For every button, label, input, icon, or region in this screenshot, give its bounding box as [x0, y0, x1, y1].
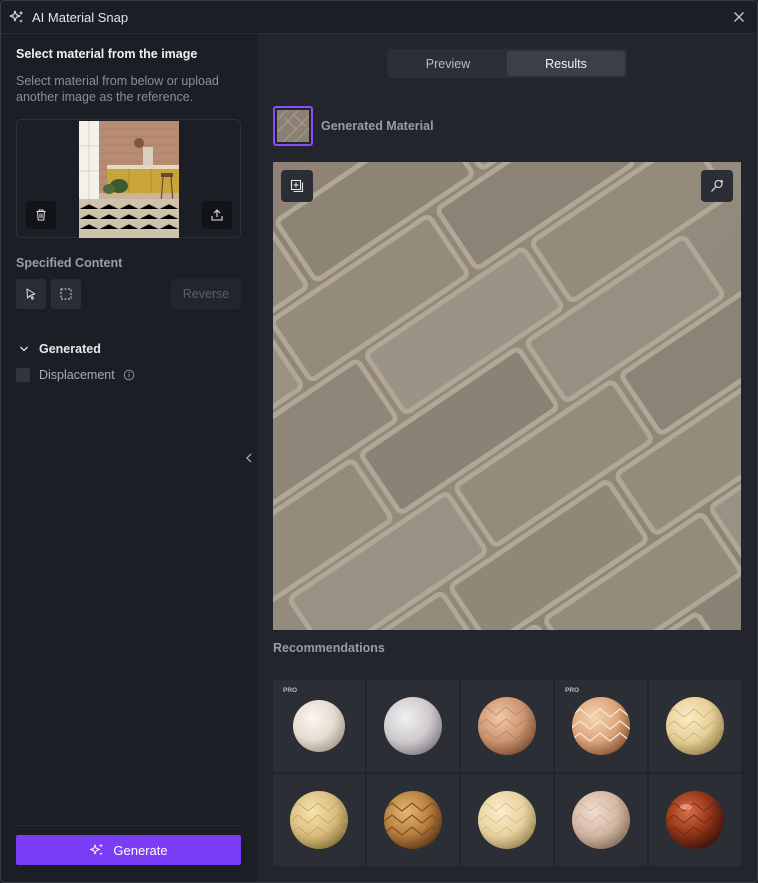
pointer-tool-button[interactable] [16, 279, 46, 309]
pro-badge: PRO [283, 687, 298, 694]
chevron-down-icon [20, 346, 28, 352]
generated-material-header: Generated Material [273, 106, 434, 146]
material-sphere [384, 791, 442, 849]
recommendation-item[interactable] [367, 774, 459, 866]
material-sphere [478, 791, 536, 849]
recommendations-title: Recommendations [273, 641, 385, 655]
upload-icon [211, 209, 223, 221]
generated-material-preview[interactable] [273, 162, 741, 630]
tab-results[interactable]: Results [507, 51, 625, 76]
sparkle-icon [9, 10, 24, 23]
material-sphere [290, 791, 348, 849]
material-sphere [572, 791, 630, 849]
box-select-tool-button[interactable] [51, 279, 81, 309]
recommendation-item[interactable] [367, 680, 459, 772]
apply-material-button[interactable] [701, 170, 733, 202]
recommendation-item[interactable] [273, 774, 365, 866]
close-icon[interactable] [731, 9, 747, 25]
left-panel: Select material from the image Select ma… [1, 34, 257, 882]
section-title: Select material from the image [16, 47, 198, 61]
recommendation-item[interactable] [461, 680, 553, 772]
info-icon[interactable] [123, 369, 135, 381]
generate-label: Generate [113, 842, 168, 858]
displacement-label: Displacement [39, 368, 115, 382]
section-description: Select material from below or upload ano… [16, 74, 219, 104]
ai-material-snap-window: AI Material Snap Select material from th… [0, 0, 758, 883]
reference-image[interactable] [79, 121, 179, 238]
recommendation-item[interactable] [555, 774, 647, 866]
brush-icon [711, 179, 724, 192]
displacement-row: Displacement [16, 368, 135, 382]
add-to-library-button[interactable] [281, 170, 313, 202]
recommendation-item[interactable]: PRO [555, 680, 647, 772]
add-square-icon [290, 179, 304, 193]
recommendation-item[interactable] [649, 774, 741, 866]
right-panel: Preview Results Generated Material Recom… [257, 34, 757, 882]
material-thumbnail-image [276, 109, 310, 143]
marquee-select-icon [60, 288, 72, 300]
upload-button[interactable] [202, 201, 232, 229]
material-sphere [384, 697, 442, 755]
material-sphere [293, 700, 345, 752]
cursor-icon [26, 288, 36, 300]
view-tabs: Preview Results [387, 49, 627, 78]
reverse-button[interactable]: Reverse [171, 279, 241, 309]
generated-material-thumbnail[interactable] [273, 106, 313, 146]
trash-icon [36, 209, 46, 221]
material-sphere [666, 697, 724, 755]
material-sphere [666, 791, 724, 849]
recommendation-item[interactable] [649, 680, 741, 772]
sparkle-icon [90, 843, 104, 856]
divider [16, 825, 241, 826]
specified-content-title: Specified Content [16, 256, 123, 270]
generated-material-label: Generated Material [321, 119, 434, 133]
recommendation-item[interactable]: PRO [273, 680, 365, 772]
delete-button[interactable] [26, 201, 56, 229]
generated-section-title: Generated [39, 342, 101, 356]
recommendation-item[interactable] [461, 774, 553, 866]
recommendations-grid: PRO PRO [273, 680, 741, 866]
tab-preview[interactable]: Preview [389, 51, 507, 76]
generated-section-toggle[interactable]: Generated [19, 342, 101, 356]
generate-button[interactable]: Generate [16, 835, 241, 865]
material-sphere [478, 697, 536, 755]
window-title: AI Material Snap [32, 10, 129, 25]
material-sphere [572, 697, 630, 755]
collapse-panel-icon[interactable] [243, 451, 255, 465]
title-bar: AI Material Snap [1, 1, 757, 34]
reference-image-box [16, 119, 241, 238]
displacement-checkbox[interactable] [16, 368, 30, 382]
pro-badge: PRO [565, 687, 580, 694]
